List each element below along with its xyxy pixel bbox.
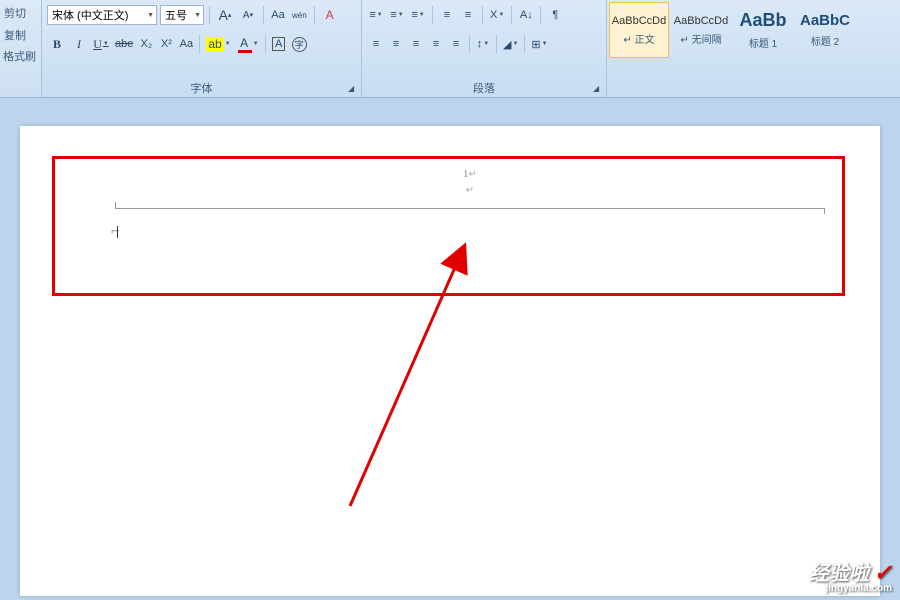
clipboard-group: 剪切 复制 格式刷 — [0, 0, 42, 97]
separator — [314, 6, 315, 24]
font-group-label: 字体 — [42, 80, 361, 96]
increase-indent-button[interactable]: ≡ — [459, 5, 477, 25]
document-area: 1↵ ↵ ⌐ — [0, 98, 900, 600]
annotation-highlight-box — [52, 156, 845, 296]
asian-layout-button[interactable]: X▼ — [488, 5, 506, 25]
line-spacing-button[interactable]: ↕▼ — [474, 34, 492, 54]
shading-button[interactable]: ◢▼ — [501, 34, 520, 54]
watermark-url: jingyanla.com — [809, 584, 892, 594]
chevron-down-icon: ▼ — [194, 12, 201, 19]
clear-formatting-button[interactable]: A — [320, 5, 340, 25]
cut-button[interactable]: 剪切 — [0, 2, 41, 24]
separator — [432, 6, 433, 24]
style-preview: AaBbC — [800, 12, 850, 29]
font-name-value: 宋体 (中文正文) — [52, 7, 128, 23]
separator — [469, 35, 470, 53]
chevron-down-icon: ▼ — [253, 41, 259, 47]
watermark: 经验啦 ✓ jingyanla.com — [809, 562, 892, 594]
separator — [540, 6, 541, 24]
numbering-button[interactable]: ≡▼ — [388, 5, 406, 25]
superscript-button[interactable]: X² — [157, 34, 175, 54]
enclose-char-button[interactable]: 字 — [290, 34, 309, 54]
char-border-button[interactable]: A — [270, 34, 288, 54]
chevron-down-icon: ▼ — [147, 12, 154, 19]
borders-button[interactable]: ⊞▼ — [529, 34, 549, 54]
font-size-combo[interactable]: 五号 ▼ — [160, 5, 204, 25]
font-color-button[interactable]: A ▼ — [235, 34, 261, 54]
shrink-font-button[interactable]: A▾ — [238, 5, 258, 25]
watermark-text: 经验啦 — [809, 563, 869, 585]
format-painter-label: 格式刷 — [3, 48, 36, 64]
phonetic-guide-button[interactable]: wén — [290, 5, 309, 25]
copy-button[interactable]: 复制 — [0, 24, 41, 46]
change-case-button[interactable]: Aa — [269, 5, 287, 25]
ribbon: 剪切 复制 格式刷 宋体 (中文正文) ▼ 五号 ▼ A▴ A▾ Aa wén … — [0, 0, 900, 98]
grow-font-button[interactable]: A▴ — [215, 5, 235, 25]
font-name-combo[interactable]: 宋体 (中文正文) ▼ — [47, 5, 157, 25]
show-marks-button[interactable]: ¶ — [546, 5, 564, 25]
chevron-down-icon: ▼ — [103, 41, 109, 47]
separator — [524, 35, 525, 53]
font-size-value: 五号 — [165, 7, 187, 23]
highlight-button[interactable]: ab ▼ — [204, 34, 232, 54]
font-group: 宋体 (中文正文) ▼ 五号 ▼ A▴ A▾ Aa wén A B I U▼ a… — [42, 0, 362, 97]
paragraph-dialog-launcher[interactable]: ◢ — [593, 84, 603, 94]
style-no-spacing[interactable]: AaBbCcDd ↵ 无间隔 — [671, 2, 731, 58]
separator — [209, 6, 210, 24]
style-name: ↵ 无间隔 — [680, 31, 721, 46]
paragraph-group-label: 段落 — [362, 80, 606, 96]
strikethrough-button[interactable]: abe — [113, 34, 135, 54]
subscript-button[interactable]: X₂ — [137, 34, 155, 54]
style-name: 标题 1 — [749, 35, 777, 50]
separator — [511, 6, 512, 24]
style-name: 标题 2 — [811, 33, 839, 48]
sort-button[interactable]: A↓ — [517, 5, 535, 25]
checkmark-icon: ✓ — [874, 560, 892, 585]
separator — [265, 35, 266, 53]
style-preview: AaBb — [739, 10, 786, 31]
text-effects-button[interactable]: Aa — [177, 34, 195, 54]
style-heading1[interactable]: AaBb 标题 1 — [733, 2, 793, 58]
font-color-bar — [238, 50, 252, 53]
decrease-indent-button[interactable]: ≡ — [438, 5, 456, 25]
align-left-button[interactable]: ≡ — [367, 34, 385, 54]
separator — [199, 35, 200, 53]
underline-button[interactable]: U▼ — [91, 34, 111, 54]
multilevel-list-button[interactable]: ≡▼ — [409, 5, 427, 25]
italic-button[interactable]: I — [69, 34, 89, 54]
bold-button[interactable]: B — [47, 34, 67, 54]
justify-button[interactable]: ≡ — [427, 34, 445, 54]
style-preview: AaBbCcDd — [612, 15, 666, 27]
bullets-button[interactable]: ≡▼ — [367, 5, 385, 25]
align-right-button[interactable]: ≡ — [407, 34, 425, 54]
separator — [496, 35, 497, 53]
separator — [482, 6, 483, 24]
paragraph-group: ≡▼ ≡▼ ≡▼ ≡ ≡ X▼ A↓ ¶ ≡ ≡ ≡ ≡ ≡ ↕▼ ◢▼ ⊞▼ … — [362, 0, 607, 97]
align-center-button[interactable]: ≡ — [387, 34, 405, 54]
style-preview: AaBbCcDd — [674, 15, 728, 27]
document-page[interactable]: 1↵ ↵ ⌐ — [20, 126, 880, 596]
style-name: ↵ 正文 — [623, 31, 654, 46]
font-dialog-launcher[interactable]: ◢ — [348, 84, 358, 94]
format-painter-button[interactable]: 格式刷 — [0, 46, 41, 66]
separator — [263, 6, 264, 24]
distribute-button[interactable]: ≡ — [447, 34, 465, 54]
style-normal[interactable]: AaBbCcDd ↵ 正文 — [609, 2, 669, 58]
style-heading2[interactable]: AaBbC 标题 2 — [795, 2, 855, 58]
styles-group: AaBbCcDd ↵ 正文 AaBbCcDd ↵ 无间隔 AaBb 标题 1 A… — [607, 0, 900, 97]
chevron-down-icon: ▼ — [225, 41, 231, 47]
